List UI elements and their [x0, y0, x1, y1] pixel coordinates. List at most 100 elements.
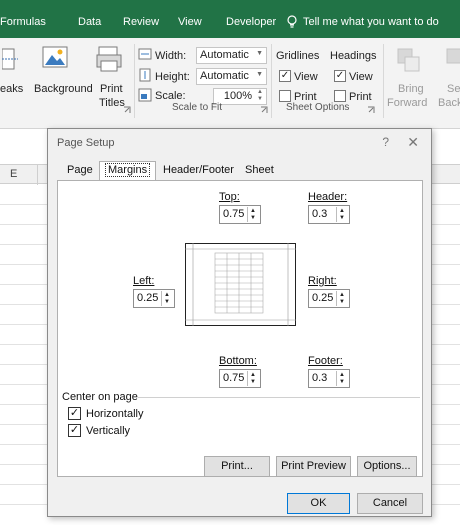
center-on-page-label: Center on page: [62, 391, 138, 403]
scale-to-fit-group-label: Scale to Fit: [172, 102, 223, 113]
tab-developer[interactable]: Developer: [226, 16, 276, 28]
tab-view[interactable]: View: [178, 16, 202, 28]
scale-launcher-icon[interactable]: [260, 105, 268, 113]
sheet-options-launcher-icon[interactable]: [367, 105, 375, 113]
tab-margins-label: Margins: [105, 163, 151, 177]
bring-forward-icon: [397, 48, 420, 72]
send-backward-label-1[interactable]: Se: [447, 83, 460, 95]
footer-margin-value: 0.3: [312, 372, 328, 384]
top-margin-spinner[interactable]: 0.75 ▲ ▼: [219, 205, 261, 224]
breaks-button[interactable]: eaks: [0, 83, 23, 95]
bring-forward-label-1[interactable]: Bring: [398, 83, 424, 95]
background-button[interactable]: Background: [34, 83, 93, 95]
width-value: Automatic: [200, 49, 249, 61]
scale-value: 100%: [223, 90, 252, 102]
lightbulb-icon: [287, 15, 297, 28]
spinner-arrows-icon[interactable]: ▲ ▼: [247, 371, 259, 386]
spinner-arrows-icon[interactable]: ▲ ▼: [336, 291, 348, 306]
gridlines-view-label: View: [294, 71, 318, 83]
right-margin-spinner[interactable]: 0.25 ▲ ▼: [308, 289, 350, 308]
chevron-down-icon: ▼: [256, 50, 263, 57]
tab-data[interactable]: Data: [78, 16, 101, 28]
page-setup-launcher-icon[interactable]: [123, 105, 131, 113]
margins-panel: Top: 0.75 ▲ ▼ Header: 0.3 ▲ ▼ Left: 0.25 ▲…: [57, 180, 423, 477]
spinner-arrows-icon[interactable]: ▲ ▼: [336, 207, 348, 222]
left-margin-value: 0.25: [137, 292, 159, 304]
column-divider: [37, 165, 38, 185]
chevron-down-icon: ▼: [256, 71, 263, 78]
column-header-e[interactable]: E: [10, 168, 17, 180]
close-icon[interactable]: ✕: [407, 134, 419, 151]
height-icon: [139, 68, 151, 82]
bottom-margin-spinner[interactable]: 0.75 ▲ ▼: [219, 369, 261, 388]
left-margin-spinner[interactable]: 0.25 ▲ ▼: [133, 289, 175, 308]
ok-button[interactable]: OK: [287, 493, 350, 514]
scale-label: Scale:: [155, 90, 186, 102]
print-titles-label-2[interactable]: Titles: [99, 97, 125, 109]
height-label: Height:: [155, 71, 190, 83]
width-dropdown[interactable]: Automatic ▼: [196, 47, 267, 64]
top-margin-value: 0.75: [223, 208, 245, 220]
left-label: Left:: [133, 275, 155, 287]
horizontally-label: Horizontally: [86, 408, 144, 420]
spinner-arrows-icon[interactable]: ▲ ▼: [161, 291, 173, 306]
background-image-icon: [42, 46, 68, 68]
spinner-arrows-icon[interactable]: ▲ ▼: [336, 371, 348, 386]
footer-label: Footer:: [308, 355, 343, 367]
headings-label: Headings: [330, 50, 377, 62]
print-titles-icon: [96, 46, 122, 72]
bottom-margin-value: 0.75: [223, 372, 245, 384]
headings-print-checkbox[interactable]: [334, 90, 346, 102]
ribbon-separator: [134, 44, 135, 118]
scale-icon: [138, 88, 152, 102]
ribbon-tab-bar: Formulas Data Review View Developer Tell…: [0, 0, 460, 38]
headings-view-checkbox[interactable]: ✓: [334, 70, 346, 82]
tab-header-footer[interactable]: Header/Footer: [158, 162, 239, 180]
send-backward-icon: [446, 48, 460, 64]
spinner-arrows-icon: ▲ ▼: [257, 89, 263, 102]
print-preview-button[interactable]: Print Preview: [276, 456, 351, 477]
gridlines-print-checkbox[interactable]: [279, 90, 291, 102]
cancel-button[interactable]: Cancel: [357, 493, 423, 514]
bring-forward-label-2[interactable]: Forward: [387, 97, 427, 109]
page-preview-image: [185, 243, 296, 326]
height-value: Automatic: [200, 70, 249, 82]
width-icon: [138, 48, 152, 60]
height-dropdown[interactable]: Automatic ▼: [196, 68, 267, 85]
spinner-arrows-icon[interactable]: ▲ ▼: [247, 207, 259, 222]
print-button[interactable]: Print...: [204, 456, 270, 477]
header-margin-value: 0.3: [312, 208, 328, 220]
headings-print-label: Print: [349, 91, 372, 103]
dialog-title: Page Setup: [57, 137, 115, 149]
help-icon[interactable]: ?: [382, 135, 389, 149]
sheet-options-group-label: Sheet Options: [286, 102, 350, 113]
tab-formulas[interactable]: Formulas: [0, 16, 46, 28]
gridlines-view-checkbox[interactable]: ✓: [279, 70, 291, 82]
gridlines-label: Gridlines: [276, 50, 320, 62]
vertically-checkbox[interactable]: ✓: [68, 424, 81, 437]
tab-margins[interactable]: Margins: [99, 161, 157, 181]
page-setup-dialog: Page Setup ? ✕ Page Margins Header/Foote…: [47, 128, 432, 517]
vertically-label: Vertically: [86, 425, 131, 437]
tab-review[interactable]: Review: [123, 16, 159, 28]
headings-view-label: View: [349, 71, 373, 83]
horizontally-checkbox[interactable]: ✓: [68, 407, 81, 420]
right-margin-value: 0.25: [312, 292, 334, 304]
ribbon-separator: [383, 44, 384, 118]
tell-me-box[interactable]: Tell me what you want to do: [303, 16, 439, 28]
ribbon-separator: [271, 44, 272, 118]
right-label: Right:: [308, 275, 337, 287]
top-label: Top:: [219, 191, 240, 203]
print-titles-label-1[interactable]: Print: [100, 83, 123, 95]
options-button[interactable]: Options...: [357, 456, 417, 477]
send-backward-label-2[interactable]: Backv: [438, 97, 460, 109]
footer-margin-spinner[interactable]: 0.3 ▲ ▼: [308, 369, 350, 388]
width-label: Width:: [155, 50, 187, 62]
tab-page[interactable]: Page: [62, 162, 98, 180]
bottom-label: Bottom:: [219, 355, 257, 367]
header-margin-spinner[interactable]: 0.3 ▲ ▼: [308, 205, 350, 224]
breaks-icon: [2, 48, 18, 70]
group-divider: [138, 397, 420, 398]
header-label: Header:: [308, 191, 348, 203]
tab-sheet[interactable]: Sheet: [240, 162, 279, 180]
